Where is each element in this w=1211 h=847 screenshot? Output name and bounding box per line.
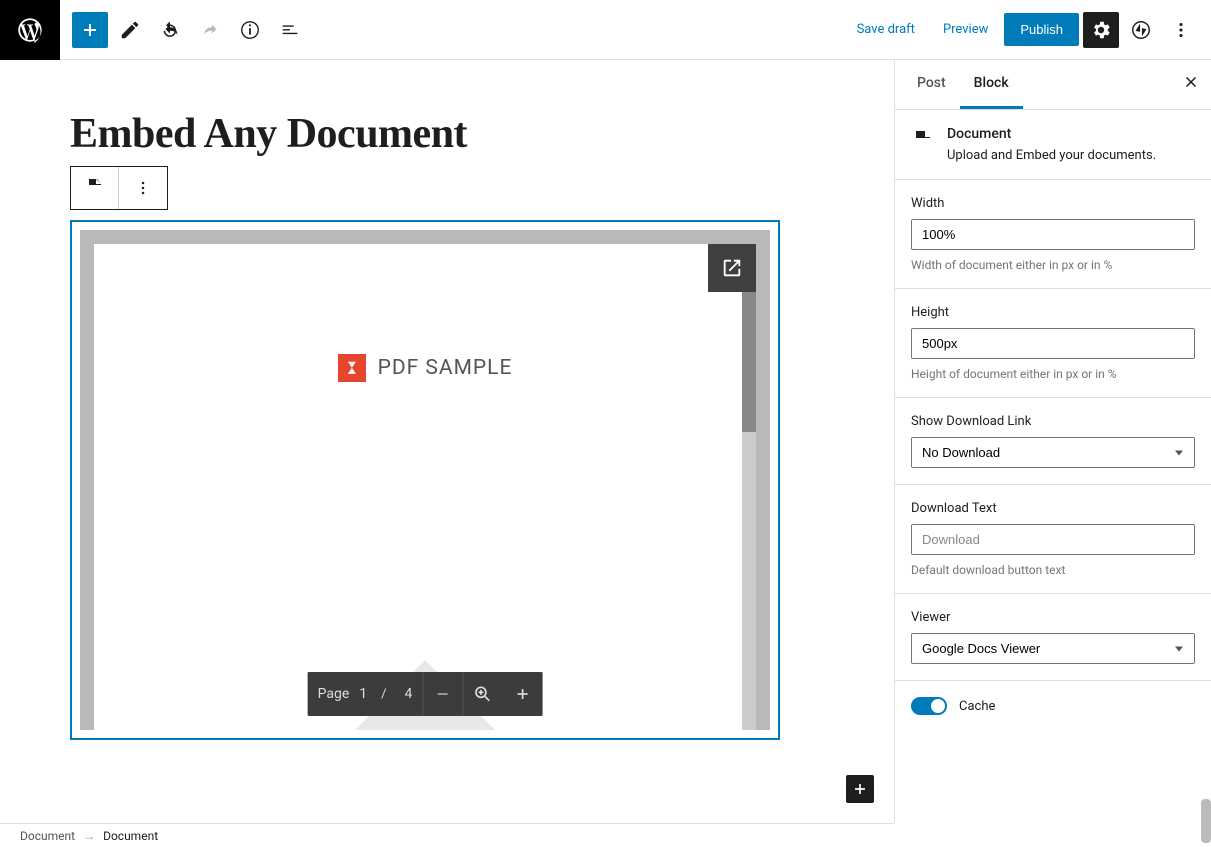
breadcrumb-root[interactable]: Document: [20, 829, 75, 843]
pdf-icon: [338, 354, 366, 382]
info-button[interactable]: [232, 12, 268, 48]
outline-button[interactable]: [272, 12, 308, 48]
width-input[interactable]: [911, 219, 1195, 250]
download-text-input[interactable]: [911, 524, 1195, 555]
kebab-icon: [133, 178, 153, 198]
publish-button[interactable]: Publish: [1004, 13, 1079, 46]
plus-icon: [512, 684, 532, 704]
page-separator: /: [373, 687, 394, 702]
height-panel: Height Height of document either in px o…: [895, 289, 1211, 398]
viewer-scrollbar-thumb[interactable]: [742, 292, 756, 432]
viewer-panel: Viewer Google Docs Viewer: [895, 594, 1211, 681]
list-icon: [279, 19, 301, 41]
width-panel: Width Width of document either in px or …: [895, 180, 1211, 289]
tab-block[interactable]: Block: [960, 60, 1023, 109]
editor-canvas[interactable]: Embed Any Document: [0, 60, 894, 823]
download-text-help: Default download button text: [911, 563, 1195, 577]
cache-panel: Cache: [895, 681, 1211, 731]
download-text-label: Download Text: [911, 501, 1195, 516]
edit-tools-button[interactable]: [112, 12, 148, 48]
block-title: Document: [947, 126, 1156, 142]
download-link-select[interactable]: No Download: [911, 437, 1195, 468]
settings-toggle-button[interactable]: [1083, 12, 1119, 48]
width-help: Width of document either in px or in %: [911, 258, 1195, 272]
viewer-select[interactable]: Google Docs Viewer: [911, 633, 1195, 664]
block-more-button[interactable]: [119, 167, 167, 209]
add-block-button[interactable]: [72, 12, 108, 48]
page-scrollbar-thumb[interactable]: [1201, 799, 1211, 843]
pdf-page: PDF SAMPLE: [94, 244, 756, 730]
zoom-icon: [473, 684, 493, 704]
wordpress-logo[interactable]: [0, 0, 60, 60]
gear-icon: [1090, 19, 1112, 41]
chevron-right-icon: →: [83, 829, 95, 843]
total-pages: 4: [395, 686, 423, 702]
breadcrumb-current[interactable]: Document: [103, 829, 158, 843]
plus-icon: [78, 18, 102, 42]
settings-sidebar: Post Block Document Upload and Embed you…: [894, 60, 1211, 823]
download-link-panel: Show Download Link No Download: [895, 398, 1211, 485]
jetpack-button[interactable]: [1123, 12, 1159, 48]
document-icon: [911, 128, 935, 152]
redo-icon: [199, 19, 221, 41]
viewer-scrollbar[interactable]: [742, 292, 756, 730]
info-icon: [239, 19, 261, 41]
block-toolbar: [70, 166, 168, 210]
breadcrumb: Document → Document: [0, 823, 894, 847]
plus-icon: [850, 779, 870, 799]
document-embed-block[interactable]: PDF SAMPLE Page 1 / 4: [70, 220, 780, 740]
pdf-viewer-controls: Page 1 / 4: [308, 672, 543, 716]
document-icon: [83, 176, 107, 200]
download-text-panel: Download Text Default download button te…: [895, 485, 1211, 594]
block-header: Document Upload and Embed your documents…: [895, 110, 1211, 180]
post-title[interactable]: Embed Any Document: [70, 110, 780, 158]
current-page: 1: [359, 686, 373, 702]
block-type-button[interactable]: [71, 167, 119, 209]
undo-icon: [159, 19, 181, 41]
more-options-button[interactable]: [1163, 12, 1199, 48]
tab-post[interactable]: Post: [903, 60, 960, 109]
download-link-label: Show Download Link: [911, 414, 1195, 429]
page-label: Page: [308, 686, 360, 702]
top-toolbar: Save draft Preview Publish: [0, 0, 1211, 60]
width-label: Width: [911, 196, 1195, 211]
viewer-label: Viewer: [911, 610, 1195, 625]
open-external-icon: [721, 257, 743, 279]
cache-toggle[interactable]: [911, 697, 947, 715]
save-draft-link[interactable]: Save draft: [845, 14, 927, 45]
cache-label: Cache: [959, 699, 995, 714]
zoom-out-button[interactable]: [422, 672, 462, 716]
sidebar-tabs: Post Block: [895, 60, 1211, 110]
block-description: Upload and Embed your documents.: [947, 148, 1156, 163]
circle-slash-icon: [1130, 19, 1152, 41]
zoom-fit-button[interactable]: [462, 672, 502, 716]
height-help: Height of document either in px or in %: [911, 367, 1195, 381]
close-sidebar-button[interactable]: [1179, 72, 1203, 96]
undo-button[interactable]: [152, 12, 188, 48]
pdf-sample-label: PDF SAMPLE: [378, 356, 513, 380]
document-viewer: PDF SAMPLE Page 1 / 4: [80, 230, 770, 730]
minus-icon: [433, 684, 453, 704]
preview-link[interactable]: Preview: [931, 14, 1000, 45]
close-icon: [1182, 73, 1200, 91]
kebab-icon: [1170, 19, 1192, 41]
popout-button[interactable]: [708, 244, 756, 292]
height-input[interactable]: [911, 328, 1195, 359]
redo-button[interactable]: [192, 12, 228, 48]
height-label: Height: [911, 305, 1195, 320]
add-block-inline-button[interactable]: [846, 775, 874, 803]
zoom-in-button[interactable]: [502, 672, 542, 716]
pencil-icon: [119, 19, 141, 41]
